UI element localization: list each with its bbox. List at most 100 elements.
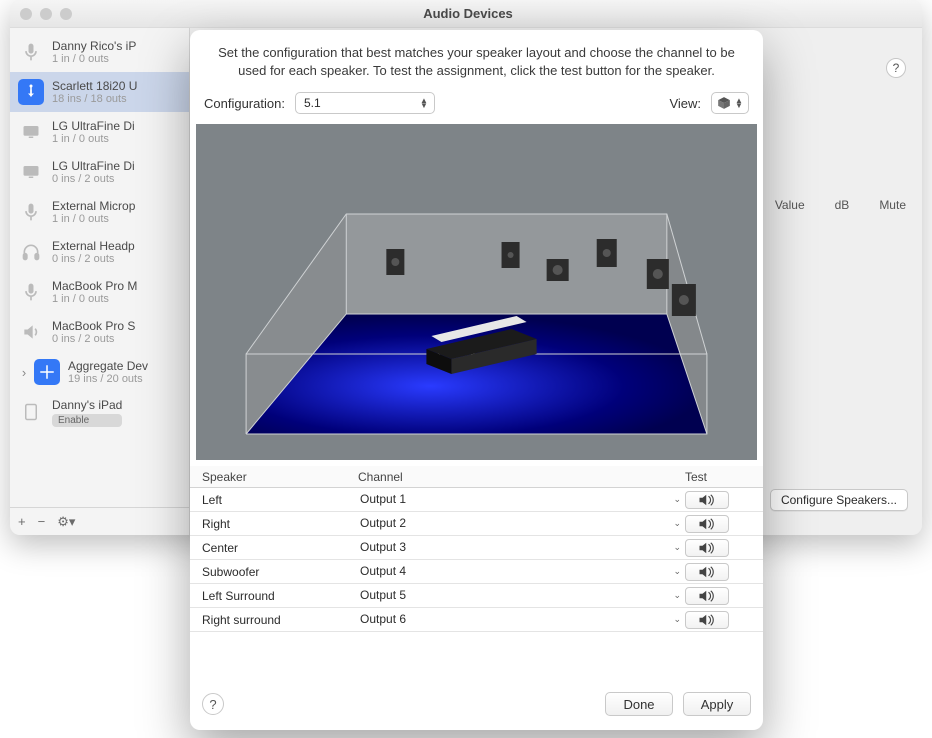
channel-select[interactable]: Output 2 ⌄	[358, 515, 685, 533]
col-mute: Mute	[879, 198, 906, 212]
speaker-channel-table: Speaker Channel Test Left Output 1⌄ Righ…	[190, 466, 763, 682]
table-row: Right Output 2 ⌄	[190, 512, 763, 536]
speaker-front-right-icon	[597, 239, 617, 267]
device-row[interactable]: Danny's iPad Enable	[10, 392, 189, 432]
cube-icon	[717, 96, 731, 110]
speaker-name: Center	[198, 541, 358, 555]
view-mode-button[interactable]: ▲▼	[711, 92, 749, 114]
disclosure-triangle-icon[interactable]: ›	[18, 365, 30, 380]
device-io: 18 ins / 18 outs	[52, 93, 137, 105]
device-row[interactable]: LG UltraFine Di 1 in / 0 outs	[10, 112, 189, 152]
configuration-dropdown[interactable]: 5.1 ▲▼	[295, 92, 435, 114]
channel-select[interactable]: Output 5⌄	[358, 587, 685, 605]
configure-speakers-button[interactable]: Configure Speakers...	[770, 489, 908, 511]
table-row: Right surround Output 6 ⌄	[190, 608, 763, 632]
help-button[interactable]: ?	[886, 58, 906, 78]
view-label: View:	[669, 96, 701, 111]
device-name: External Headp	[52, 239, 135, 253]
col-db: dB	[835, 198, 850, 212]
device-name: Danny's iPad	[52, 398, 122, 412]
sound-icon	[698, 518, 716, 530]
test-speaker-button[interactable]	[685, 611, 729, 629]
device-sidebar: Danny Rico's iP 1 in / 0 outs Scarlett 1…	[10, 28, 190, 535]
chevron-down-icon: ⌄	[673, 518, 681, 529]
channel-value: Output 6	[360, 612, 406, 626]
device-name: LG UltraFine Di	[52, 159, 135, 173]
test-speaker-button[interactable]	[685, 563, 729, 581]
sound-icon	[698, 614, 716, 626]
test-speaker-button[interactable]	[685, 491, 729, 509]
device-row[interactable]: Danny Rico's iP 1 in / 0 outs	[10, 32, 189, 72]
usb-icon	[18, 79, 44, 105]
speaker-name: Right surround	[198, 613, 358, 627]
device-io: 0 ins / 2 outs	[52, 253, 135, 265]
channel-value: Output 2	[360, 516, 406, 530]
sidebar-footer: + − ⚙︎▾	[10, 507, 189, 535]
device-row[interactable]: Scarlett 18i20 U 18 ins / 18 outs	[10, 72, 189, 112]
device-row[interactable]: MacBook Pro S 0 ins / 2 outs	[10, 312, 189, 352]
remove-device-button[interactable]: −	[38, 514, 46, 529]
test-speaker-button[interactable]	[685, 539, 729, 557]
configuration-label: Configuration:	[204, 96, 285, 111]
device-io: 0 ins / 2 outs	[52, 173, 135, 185]
table-header: Speaker Channel Test	[190, 466, 763, 488]
minimize-window-button[interactable]	[40, 8, 52, 20]
add-device-button[interactable]: +	[18, 514, 26, 529]
table-row: Left Surround Output 5⌄	[190, 584, 763, 608]
channel-select[interactable]: Output 6 ⌄	[358, 611, 685, 629]
zoom-window-button[interactable]	[60, 8, 72, 20]
device-name: MacBook Pro M	[52, 279, 137, 293]
test-speaker-button[interactable]	[685, 587, 729, 605]
sound-icon	[698, 542, 716, 554]
chevron-down-icon: ⌄	[673, 614, 681, 625]
device-row[interactable]: › Aggregate Dev 19 ins / 20 outs	[10, 352, 189, 392]
device-io: 1 in / 0 outs	[52, 293, 137, 305]
speaker-surround-right2-icon	[672, 284, 696, 316]
device-name: External Microp	[52, 199, 135, 213]
speaker-name: Left Surround	[198, 589, 358, 603]
channel-select[interactable]: Output 3⌄	[358, 539, 685, 557]
apply-button[interactable]: Apply	[683, 692, 751, 716]
window-controls	[20, 8, 72, 20]
sound-icon	[698, 590, 716, 602]
channel-select[interactable]: Output 4⌄	[358, 563, 685, 581]
device-row[interactable]: External Microp 1 in / 0 outs	[10, 192, 189, 232]
enable-button[interactable]: Enable	[52, 414, 122, 427]
titlebar: Audio Devices	[10, 0, 922, 28]
chevron-down-icon: ⌄	[673, 566, 681, 577]
device-name: MacBook Pro S	[52, 319, 135, 333]
col-test: Test	[685, 470, 755, 484]
device-io: 19 ins / 20 outs	[68, 373, 148, 385]
done-button[interactable]: Done	[605, 692, 673, 716]
display-icon	[18, 119, 44, 145]
test-speaker-button[interactable]	[685, 515, 729, 533]
dialog-instructions: Set the configuration that best matches …	[190, 30, 763, 86]
display-icon	[18, 159, 44, 185]
configuration-value: 5.1	[304, 96, 321, 110]
device-list: Danny Rico's iP 1 in / 0 outs Scarlett 1…	[10, 28, 189, 507]
channel-select[interactable]: Output 1⌄	[358, 491, 685, 509]
table-row: Center Output 3⌄	[190, 536, 763, 560]
device-row[interactable]: External Headp 0 ins / 2 outs	[10, 232, 189, 272]
device-row[interactable]: LG UltraFine Di 0 ins / 2 outs	[10, 152, 189, 192]
table-row: Subwoofer Output 4⌄	[190, 560, 763, 584]
chevron-down-icon: ⌄	[673, 590, 681, 601]
chevron-down-icon: ⌄	[673, 542, 681, 553]
speaker-name: Right	[198, 517, 358, 531]
speaker-name: Left	[198, 493, 358, 507]
device-row[interactable]: MacBook Pro M 1 in / 0 outs	[10, 272, 189, 312]
chevron-up-down-icon: ▲▼	[735, 98, 743, 108]
room-3d-view[interactable]	[196, 124, 757, 460]
col-speaker: Speaker	[198, 470, 358, 484]
chevron-down-icon: ⌄	[673, 494, 681, 505]
aggregate-icon	[34, 359, 60, 385]
device-name: Danny Rico's iP	[52, 39, 136, 53]
gear-menu-button[interactable]: ⚙︎▾	[57, 514, 75, 530]
ipad-icon	[18, 399, 44, 425]
device-name: Scarlett 18i20 U	[52, 79, 137, 93]
mic-icon	[18, 199, 44, 225]
dialog-help-button[interactable]: ?	[202, 693, 224, 715]
close-window-button[interactable]	[20, 8, 32, 20]
speaker-icon	[18, 319, 44, 345]
channel-table-header: Value dB Mute	[775, 198, 906, 212]
